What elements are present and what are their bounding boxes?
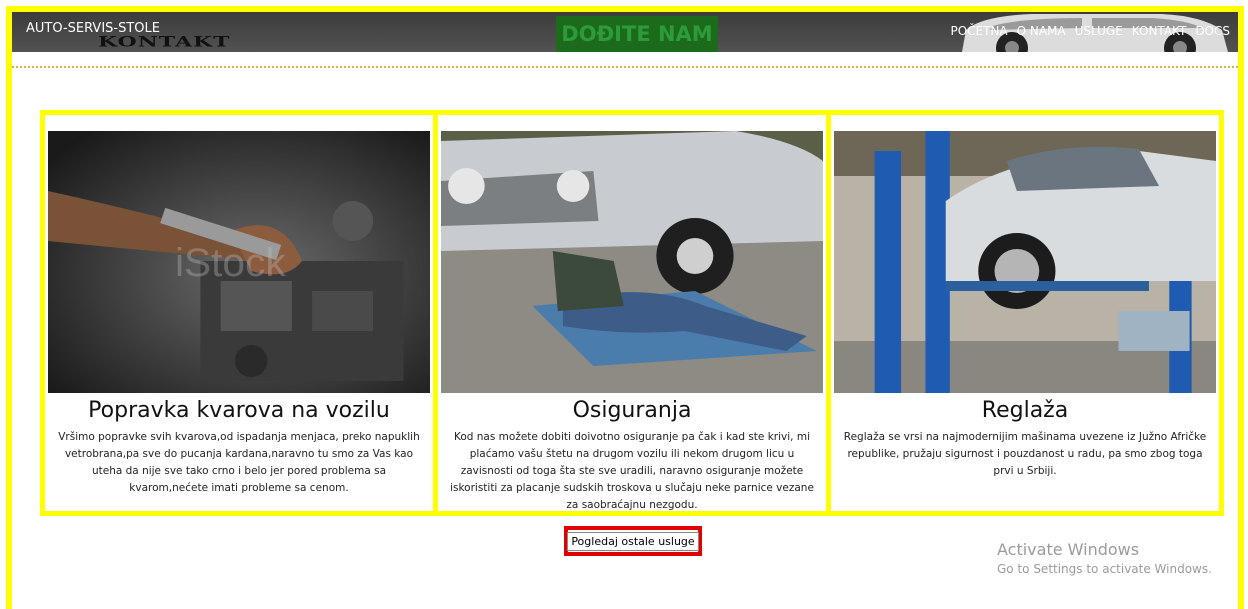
service-title: Popravka kvarova na vozilu xyxy=(88,398,390,423)
main-nav: POČETNA O NAMA USLUGE KONTAKT DOCS xyxy=(950,24,1230,38)
service-title: Osiguranja xyxy=(572,398,692,423)
watermark-title: Activate Windows xyxy=(997,540,1140,559)
watermark-subtitle: Go to Settings to activate Windows. xyxy=(997,562,1212,576)
nav-item-o-nama[interactable]: O NAMA xyxy=(1017,24,1066,38)
service-card-alignment: Reglaža Reglaža se vrsi na najmodernijim… xyxy=(831,115,1219,511)
page-heading: KONTAKT xyxy=(98,34,231,51)
service-card-repair: iStock Popravka kvarova na vozilu Vršimo… xyxy=(45,115,438,511)
visit-us-button[interactable]: DOĐITE NAM xyxy=(556,16,718,52)
service-description: Vršimo popravke svih kvarova,od ispadanj… xyxy=(58,431,420,494)
mechanic-under-car-image xyxy=(441,131,823,393)
service-card-insurance: Osiguranja Kod nas možete dobiti doivotn… xyxy=(438,115,831,511)
more-services-button[interactable]: Pogledaj ostale usluge xyxy=(567,531,699,551)
nav-item-usluge[interactable]: USLUGE xyxy=(1075,24,1123,38)
services-row: iStock Popravka kvarova na vozilu Vršimo… xyxy=(40,110,1224,516)
service-description: Kod nas možete dobiti doivotno osiguranj… xyxy=(450,431,814,511)
windows-activation-watermark: Activate Windows Go to Settings to activ… xyxy=(997,540,1212,576)
site-header: AUTO-SERVIS-STOLE KONTAKT DOĐITE NAM POČ… xyxy=(12,12,1238,52)
nav-item-docs[interactable]: DOCS xyxy=(1195,24,1230,38)
car-on-lift-image xyxy=(834,131,1216,393)
more-services-highlight: Pogledaj ostale usluge xyxy=(564,526,702,556)
service-description: Reglaža se vrsi na najmodernijim mašinam… xyxy=(843,431,1207,477)
svg-text:iStock: iStock xyxy=(175,239,286,285)
nav-item-kontakt[interactable]: KONTAKT xyxy=(1132,24,1187,38)
service-title: Reglaža xyxy=(981,398,1069,423)
engine-repair-image: iStock xyxy=(48,131,430,393)
nav-item-pocetna[interactable]: POČETNA xyxy=(950,24,1007,38)
header-divider xyxy=(12,66,1238,68)
